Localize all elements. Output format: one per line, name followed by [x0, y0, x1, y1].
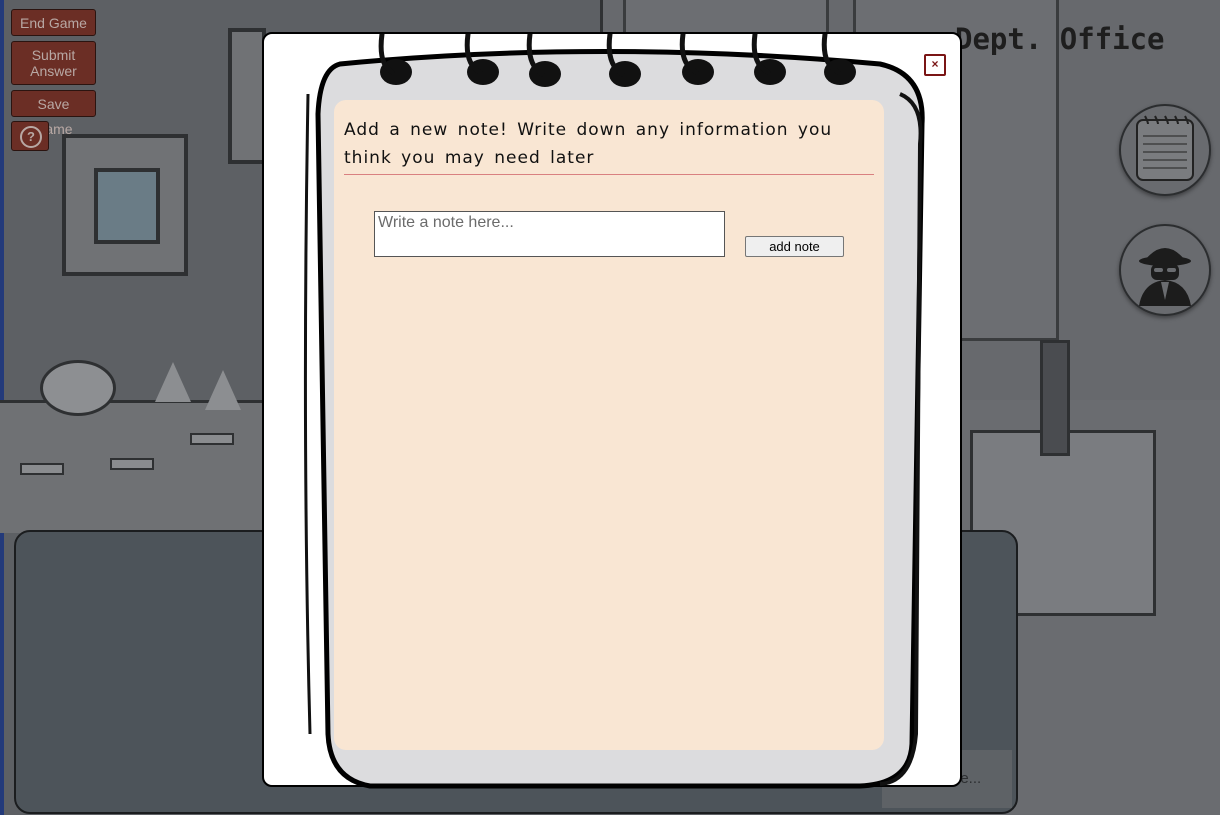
notes-heading: Add a new note! Write down any informati…	[344, 116, 874, 175]
pyramid-decoration	[205, 370, 241, 410]
notebook-icon	[1136, 115, 1194, 181]
drawer-handle	[190, 433, 234, 445]
detective-button[interactable]	[1119, 224, 1211, 316]
help-icon: ?	[20, 126, 42, 148]
close-icon[interactable]: ×	[924, 54, 946, 76]
drawer-handle	[110, 458, 154, 470]
add-note-button[interactable]: add note	[745, 236, 844, 257]
submit-answer-button[interactable]: Submit Answer	[11, 41, 96, 85]
picture-icon	[94, 168, 160, 244]
detective-icon	[1139, 248, 1191, 306]
save-game-button[interactable]: Save Game	[11, 90, 96, 137]
location-title: Dept. Office	[955, 22, 1165, 56]
end-game-button[interactable]: End Game	[11, 9, 96, 36]
notes-modal: Add a new note! Write down any informati…	[262, 32, 962, 789]
wall-picture-frame	[228, 28, 266, 164]
note-input[interactable]	[374, 211, 725, 257]
notebook-paper: Add a new note! Write down any informati…	[334, 100, 884, 750]
statue-decoration	[40, 360, 116, 416]
wall-picture-frame	[62, 134, 188, 276]
notebook-button[interactable]	[1119, 104, 1211, 196]
computer-monitor	[1040, 340, 1070, 456]
help-button[interactable]: ?	[11, 121, 49, 151]
office-counter	[0, 400, 270, 533]
pyramid-decoration	[155, 362, 191, 402]
drawer-handle	[20, 463, 64, 475]
